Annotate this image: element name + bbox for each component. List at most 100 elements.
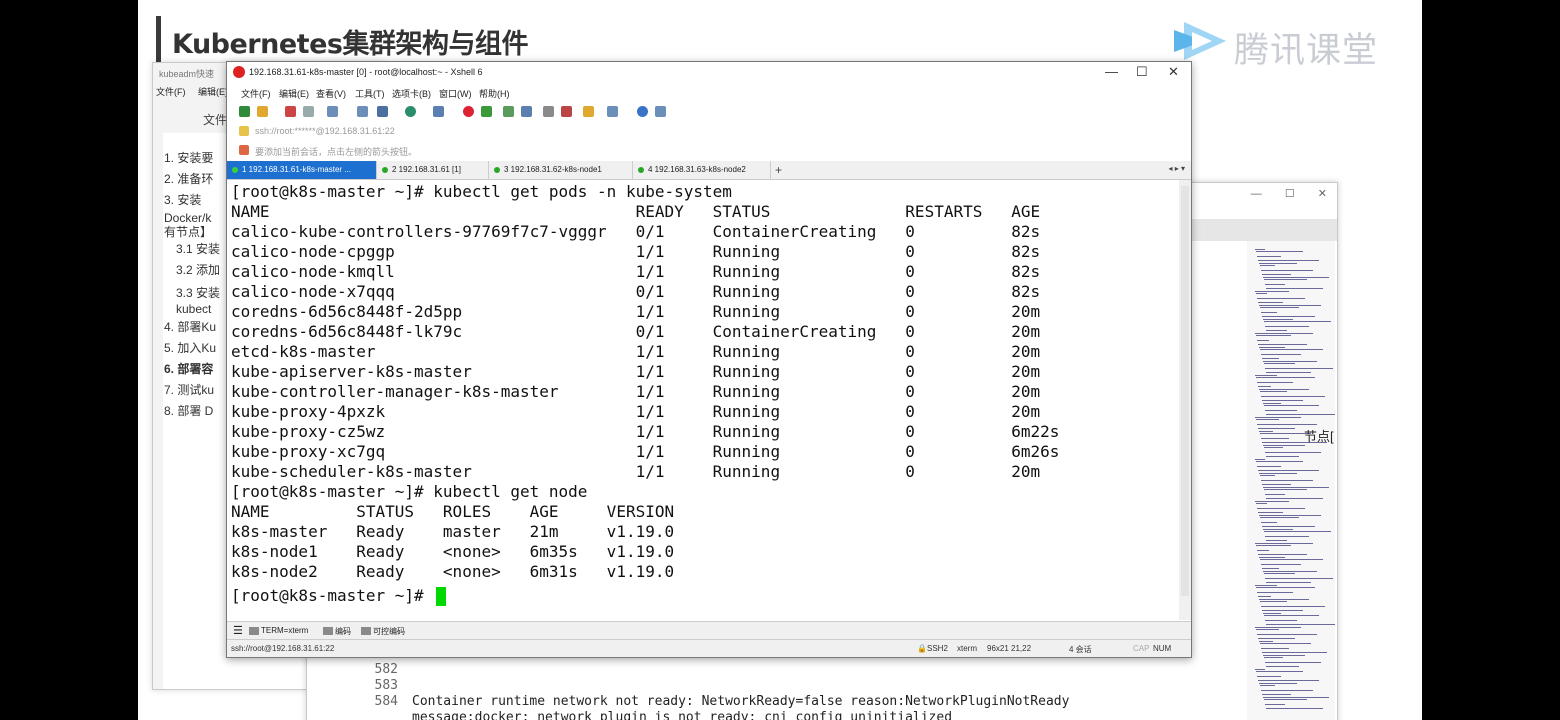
minimize-icon[interactable]: — xyxy=(1251,188,1262,200)
menu-file[interactable]: 文件(F) xyxy=(241,87,271,100)
fullscreen-icon[interactable] xyxy=(503,106,514,117)
menu-help[interactable]: 帮助(H) xyxy=(479,87,510,100)
tab-session-1[interactable]: 1 192.168.31.61-k8s-master ... xyxy=(227,161,377,179)
add-tab-button[interactable]: + xyxy=(775,163,782,177)
play-triangle-icon xyxy=(1174,22,1226,60)
toc-item[interactable]: 3.2 添加 xyxy=(164,260,220,281)
toc-item[interactable]: kubect xyxy=(164,301,220,317)
close-icon[interactable]: ✕ xyxy=(1168,64,1179,80)
new-session-icon[interactable] xyxy=(239,106,250,117)
copy-icon[interactable] xyxy=(327,106,338,117)
terminal-output[interactable]: [root@k8s-master ~]# kubectl get pods -n… xyxy=(227,180,1179,620)
minimap-line xyxy=(1256,629,1279,630)
toc-item[interactable]: 7. 测试ku xyxy=(164,380,220,401)
address-bar[interactable]: ssh://root:******@192.168.31.61:22 xyxy=(233,122,1183,140)
compose-bar: ☰ TERM=xterm 编码 可控编码 xyxy=(227,621,1191,640)
terminal-line: [root@k8s-master ~]# kubectl get pods -n… xyxy=(231,182,732,201)
reconnect-icon[interactable] xyxy=(303,106,314,117)
minimap-line xyxy=(1262,610,1303,611)
terminal-line: etcd-k8s-master 1/1 Running 0 20m xyxy=(231,342,1041,361)
minimap-line xyxy=(1266,540,1287,541)
menu-edit[interactable]: 编辑(E) xyxy=(279,87,309,100)
menu-window[interactable]: 窗口(W) xyxy=(439,87,472,100)
xshell-title-bar[interactable]: 192.168.31.61-k8s-master [0] - root@loca… xyxy=(227,62,1191,84)
toc-item[interactable]: 5. 加入Ku xyxy=(164,338,220,359)
minimap-line xyxy=(1257,466,1281,467)
minimap-line xyxy=(1262,694,1291,695)
keyboard-icon[interactable] xyxy=(543,106,554,117)
menu-view[interactable]: 查看(V) xyxy=(316,87,346,100)
minimap-line xyxy=(1263,361,1317,362)
connected-status-icon xyxy=(382,167,388,173)
doc-menu-edit[interactable]: 编辑(E) xyxy=(198,87,228,97)
toc-item[interactable]: 2. 准备环 xyxy=(164,169,220,190)
toc-item[interactable]: 有节点】 xyxy=(164,225,220,239)
chat-icon[interactable] xyxy=(655,106,666,117)
minimap-line xyxy=(1257,676,1281,677)
doc-menu-file[interactable]: 文件(F) xyxy=(156,87,186,97)
find-icon[interactable] xyxy=(357,106,368,117)
minimize-icon[interactable]: — xyxy=(1105,64,1118,79)
highlight-icon[interactable] xyxy=(561,106,572,117)
minimap-line xyxy=(1264,405,1319,406)
layout-icon[interactable] xyxy=(607,106,618,117)
terminal-scrollbar[interactable] xyxy=(1179,180,1191,620)
bookmark-icon[interactable] xyxy=(239,145,249,155)
help-icon[interactable] xyxy=(637,106,648,117)
terminal-line: NAME STATUS ROLES AGE VERSION xyxy=(231,502,675,521)
tab-session-3[interactable]: 3 192.168.31.62-k8s-node1 xyxy=(489,161,633,179)
terminal-line: calico-node-cpggp 1/1 Running 0 82s xyxy=(231,242,1041,261)
menu-tools[interactable]: 工具(T) xyxy=(355,87,385,100)
terminal-line: k8s-node2 Ready <none> 6m31s v1.19.0 xyxy=(231,562,675,581)
tab-session-2[interactable]: 2 192.168.31.61 [1] xyxy=(377,161,489,179)
toc-item[interactable]: 8. 部署 D xyxy=(164,401,220,422)
xshell-toolbar xyxy=(227,102,1191,122)
line-text: Container runtime network not ready: Net… xyxy=(412,694,1070,709)
minimap-line xyxy=(1263,445,1305,446)
caps-lock-indicator: CAP xyxy=(1133,644,1150,653)
close-icon[interactable]: ✕ xyxy=(1318,188,1327,200)
terminal-type-label: xterm xyxy=(957,644,977,653)
terminal-size-label: 96x21 xyxy=(987,644,1009,653)
toc-item[interactable]: 3. 安装 xyxy=(164,190,220,211)
minimap-line xyxy=(1261,396,1325,397)
script-icon[interactable] xyxy=(583,106,594,117)
address-text[interactable]: ssh://root:******@192.168.31.61:22 xyxy=(255,126,395,136)
minimap-preview[interactable] xyxy=(1247,241,1335,720)
encoding-label[interactable]: 编码 xyxy=(335,626,351,637)
menu-lines-icon[interactable]: ☰ xyxy=(233,624,243,637)
terminal-line: calico-node-kmqll 1/1 Running 0 82s xyxy=(231,262,1041,281)
tab-session-4[interactable]: 4 192.168.31.63-k8s-node2 xyxy=(633,161,771,179)
minimap-line xyxy=(1260,643,1311,644)
toc-item[interactable]: 3.1 安装 xyxy=(164,239,220,260)
toc-item[interactable]: 4. 部署Ku xyxy=(164,317,220,338)
connected-status-icon xyxy=(638,167,644,173)
code-window-controls: — ☐ ✕ xyxy=(1231,187,1327,200)
minimap-line xyxy=(1262,652,1327,653)
xmanager-icon[interactable] xyxy=(481,106,492,117)
toc-item[interactable]: 1. 安装要 xyxy=(164,148,220,169)
term-type-label[interactable]: TERM=xterm xyxy=(261,626,308,635)
lock-icon[interactable] xyxy=(521,106,532,117)
minimap-line xyxy=(1260,685,1275,686)
properties-icon[interactable] xyxy=(377,106,388,117)
scrollbar-thumb[interactable] xyxy=(1181,186,1189,596)
toc-item[interactable]: 3.3 安装 xyxy=(164,285,220,301)
terminal-line: k8s-node1 Ready <none> 6m35s v1.19.0 xyxy=(231,542,675,561)
tab-navigation-arrows[interactable]: ◂ ▸ ▾ xyxy=(1169,164,1186,173)
terminal-line: kube-proxy-cz5wz 1/1 Running 0 6m22s xyxy=(231,422,1060,441)
maximize-icon[interactable]: ☐ xyxy=(1136,64,1148,80)
minimap-line xyxy=(1260,601,1287,602)
disconnect-icon[interactable] xyxy=(285,106,296,117)
controllable-encoding-label[interactable]: 可控编码 xyxy=(373,626,405,637)
xftp-icon[interactable] xyxy=(463,106,474,117)
minimap-line xyxy=(1258,386,1271,387)
minimap-line xyxy=(1265,536,1309,537)
open-folder-icon[interactable] xyxy=(257,106,268,117)
font-icon[interactable] xyxy=(433,106,444,117)
toc-item[interactable]: Docker/k xyxy=(164,211,220,225)
toc-item-current[interactable]: 6. 部署容 xyxy=(164,359,220,380)
maximize-icon[interactable]: ☐ xyxy=(1285,188,1295,200)
globe-icon[interactable] xyxy=(405,106,416,117)
menu-tabs[interactable]: 选项卡(B) xyxy=(392,87,431,100)
